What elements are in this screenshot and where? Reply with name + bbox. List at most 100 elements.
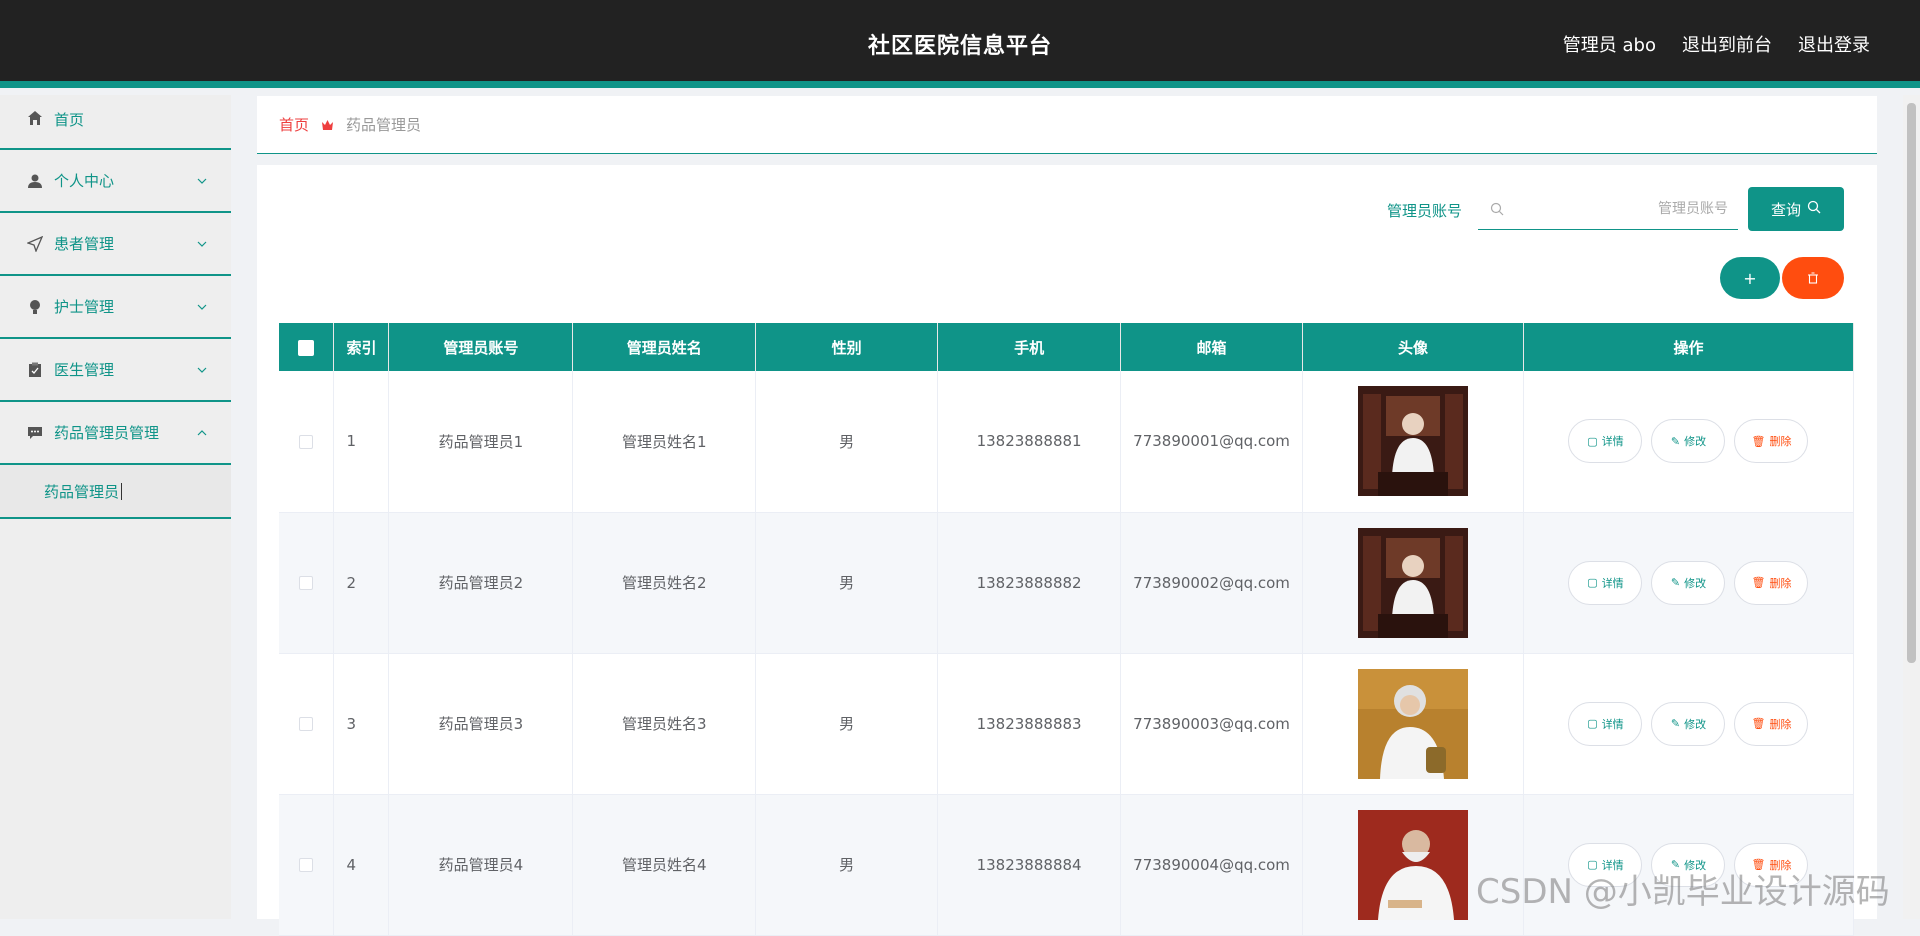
document-icon: ▢ [1587, 576, 1598, 589]
row-index: 4 [333, 794, 390, 936]
delete-label: 删除 [1769, 435, 1792, 449]
sidebar-item-drug-admin-management[interactable]: 药品管理员管理 [0, 402, 231, 465]
row-name: 管理员姓名4 [572, 794, 757, 936]
row-ops-cell: ▢ 详情 ✎ 修改 🗑 删除 [1523, 371, 1855, 513]
delete-button[interactable]: 🗑 删除 [1734, 701, 1809, 746]
edit-button[interactable]: ✎ 修改 [1651, 419, 1726, 464]
table-row: 3 药品管理员3 管理员姓名3 男 13823888883 773890003@… [279, 653, 1855, 795]
row-account: 药品管理员1 [388, 371, 574, 513]
query-button[interactable]: 查询 [1748, 187, 1844, 231]
delete-button[interactable]: 🗑 删除 [1734, 419, 1809, 464]
row-checkbox[interactable] [299, 858, 314, 872]
sidebar-item-label: 护士管理 [54, 298, 115, 316]
pencil-icon: ✎ [1670, 717, 1681, 730]
row-avatar-cell [1302, 512, 1524, 654]
pencil-icon: ✎ [1670, 434, 1681, 448]
row-gender: 男 [755, 794, 939, 936]
trash-icon: 🗑 [1751, 434, 1766, 448]
row-email: 773890003@qq.com [1120, 653, 1304, 795]
detail-label: 详情 [1601, 576, 1624, 590]
top-header: 社区医院信息平台 管理员 abo 退出到前台 退出登录 [0, 0, 1920, 88]
search-label: 管理员账号 [1387, 202, 1463, 220]
trash-icon [1807, 269, 1819, 288]
col-header: 手机 [937, 323, 1122, 371]
sidebar-subitem-drug-admin[interactable]: 药品管理员 [0, 465, 231, 519]
add-button[interactable]: + [1720, 257, 1780, 299]
row-gender: 男 [755, 512, 939, 654]
sidebar-item-doctors[interactable]: 医生管理 [0, 339, 231, 402]
select-all-cell [279, 323, 335, 371]
row-select-cell [279, 653, 335, 795]
trash-icon: 🗑 [1751, 576, 1766, 589]
row-account: 药品管理员2 [388, 512, 574, 654]
breadcrumb-current: 药品管理员 [346, 116, 422, 134]
row-name: 管理员姓名1 [572, 371, 757, 513]
sidebar-item-label: 医生管理 [54, 361, 115, 379]
edit-button[interactable]: ✎ 修改 [1651, 560, 1726, 605]
row-checkbox[interactable] [299, 434, 314, 449]
col-header: 管理员账号 [388, 323, 574, 371]
row-account: 药品管理员3 [388, 653, 574, 795]
document-icon: ▢ [1587, 434, 1598, 448]
table-header-row: 索引 管理员账号 管理员姓名 性别 手机 邮箱 头像 操作 [279, 323, 1855, 371]
search-input[interactable] [1504, 200, 1738, 218]
sidebar: 首页 个人中心 患者管理 护士管理 医生管理 药品管理员管理 药品管理员 [0, 95, 231, 919]
row-phone: 13823888882 [937, 512, 1122, 654]
logout-link[interactable]: 退出登录 [1798, 31, 1870, 57]
row-name: 管理员姓名3 [572, 653, 757, 795]
table-row: 1 药品管理员1 管理员姓名1 男 13823888881 773890001@… [279, 371, 1855, 513]
row-phone: 13823888881 [937, 371, 1122, 513]
select-all-checkbox[interactable] [298, 339, 315, 356]
home-icon [26, 109, 44, 127]
edit-label: 修改 [1684, 717, 1707, 731]
col-header: 管理员姓名 [572, 323, 757, 371]
sidebar-item-label: 患者管理 [54, 235, 115, 253]
sidebar-item-nurses[interactable]: 护士管理 [0, 276, 231, 339]
query-button-label: 查询 [1770, 200, 1801, 219]
chevron-up-icon [195, 426, 209, 440]
detail-label: 详情 [1601, 717, 1624, 731]
row-phone: 13823888884 [937, 794, 1122, 936]
row-checkbox[interactable] [299, 576, 314, 590]
edit-label: 修改 [1684, 435, 1707, 449]
row-phone: 13823888883 [937, 653, 1122, 795]
detail-button[interactable]: ▢ 详情 [1568, 560, 1643, 605]
page-scrollbar[interactable] [1903, 95, 1920, 919]
row-email: 773890002@qq.com [1120, 512, 1304, 654]
admin-table: 索引 管理员账号 管理员姓名 性别 手机 邮箱 头像 操作 1 药品管理员1 管… [279, 323, 1855, 936]
chat-icon [26, 424, 44, 442]
col-header: 邮箱 [1120, 323, 1304, 371]
sidebar-item-personal-center[interactable]: 个人中心 [0, 150, 231, 213]
sidebar-subitem-label: 药品管理员 [44, 482, 120, 501]
row-gender: 男 [755, 371, 939, 513]
exit-to-front-link[interactable]: 退出到前台 [1682, 31, 1772, 57]
sidebar-item-patients[interactable]: 患者管理 [0, 213, 231, 276]
main-panel: 管理员账号 查询 + 索引 管理员账号 管理员姓名 性别 手机 邮箱 [257, 165, 1877, 936]
col-header: 头像 [1302, 323, 1524, 371]
current-user-link[interactable]: 管理员 abo [1563, 31, 1656, 57]
row-email: 773890001@qq.com [1120, 371, 1304, 513]
breadcrumb-home[interactable]: 首页 [279, 114, 309, 135]
header-links: 管理员 abo 退出到前台 退出登录 [1563, 31, 1870, 57]
bulb-icon [26, 298, 44, 316]
row-select-cell [279, 794, 335, 936]
detail-button[interactable]: ▢ 详情 [1568, 419, 1643, 464]
batch-delete-button[interactable] [1782, 257, 1844, 299]
edit-button[interactable]: ✎ 修改 [1651, 701, 1726, 746]
scrollbar-thumb[interactable] [1907, 103, 1916, 663]
sidebar-item-label: 药品管理员管理 [54, 424, 160, 442]
avatar [1358, 386, 1468, 497]
row-index: 2 [333, 512, 390, 654]
row-account: 药品管理员4 [388, 794, 574, 936]
plus-icon: + [1743, 268, 1757, 288]
row-checkbox[interactable] [299, 717, 314, 731]
table-row: 2 药品管理员2 管理员姓名2 男 13823888882 773890002@… [279, 512, 1855, 654]
col-header: 性别 [755, 323, 939, 371]
delete-button[interactable]: 🗑 删除 [1734, 560, 1809, 605]
row-avatar-cell [1302, 653, 1524, 795]
chevron-down-icon [195, 237, 209, 251]
delete-label: 删除 [1769, 576, 1792, 590]
detail-button[interactable]: ▢ 详情 [1568, 701, 1643, 746]
row-avatar-cell [1302, 371, 1524, 513]
sidebar-item-home[interactable]: 首页 [0, 95, 231, 150]
